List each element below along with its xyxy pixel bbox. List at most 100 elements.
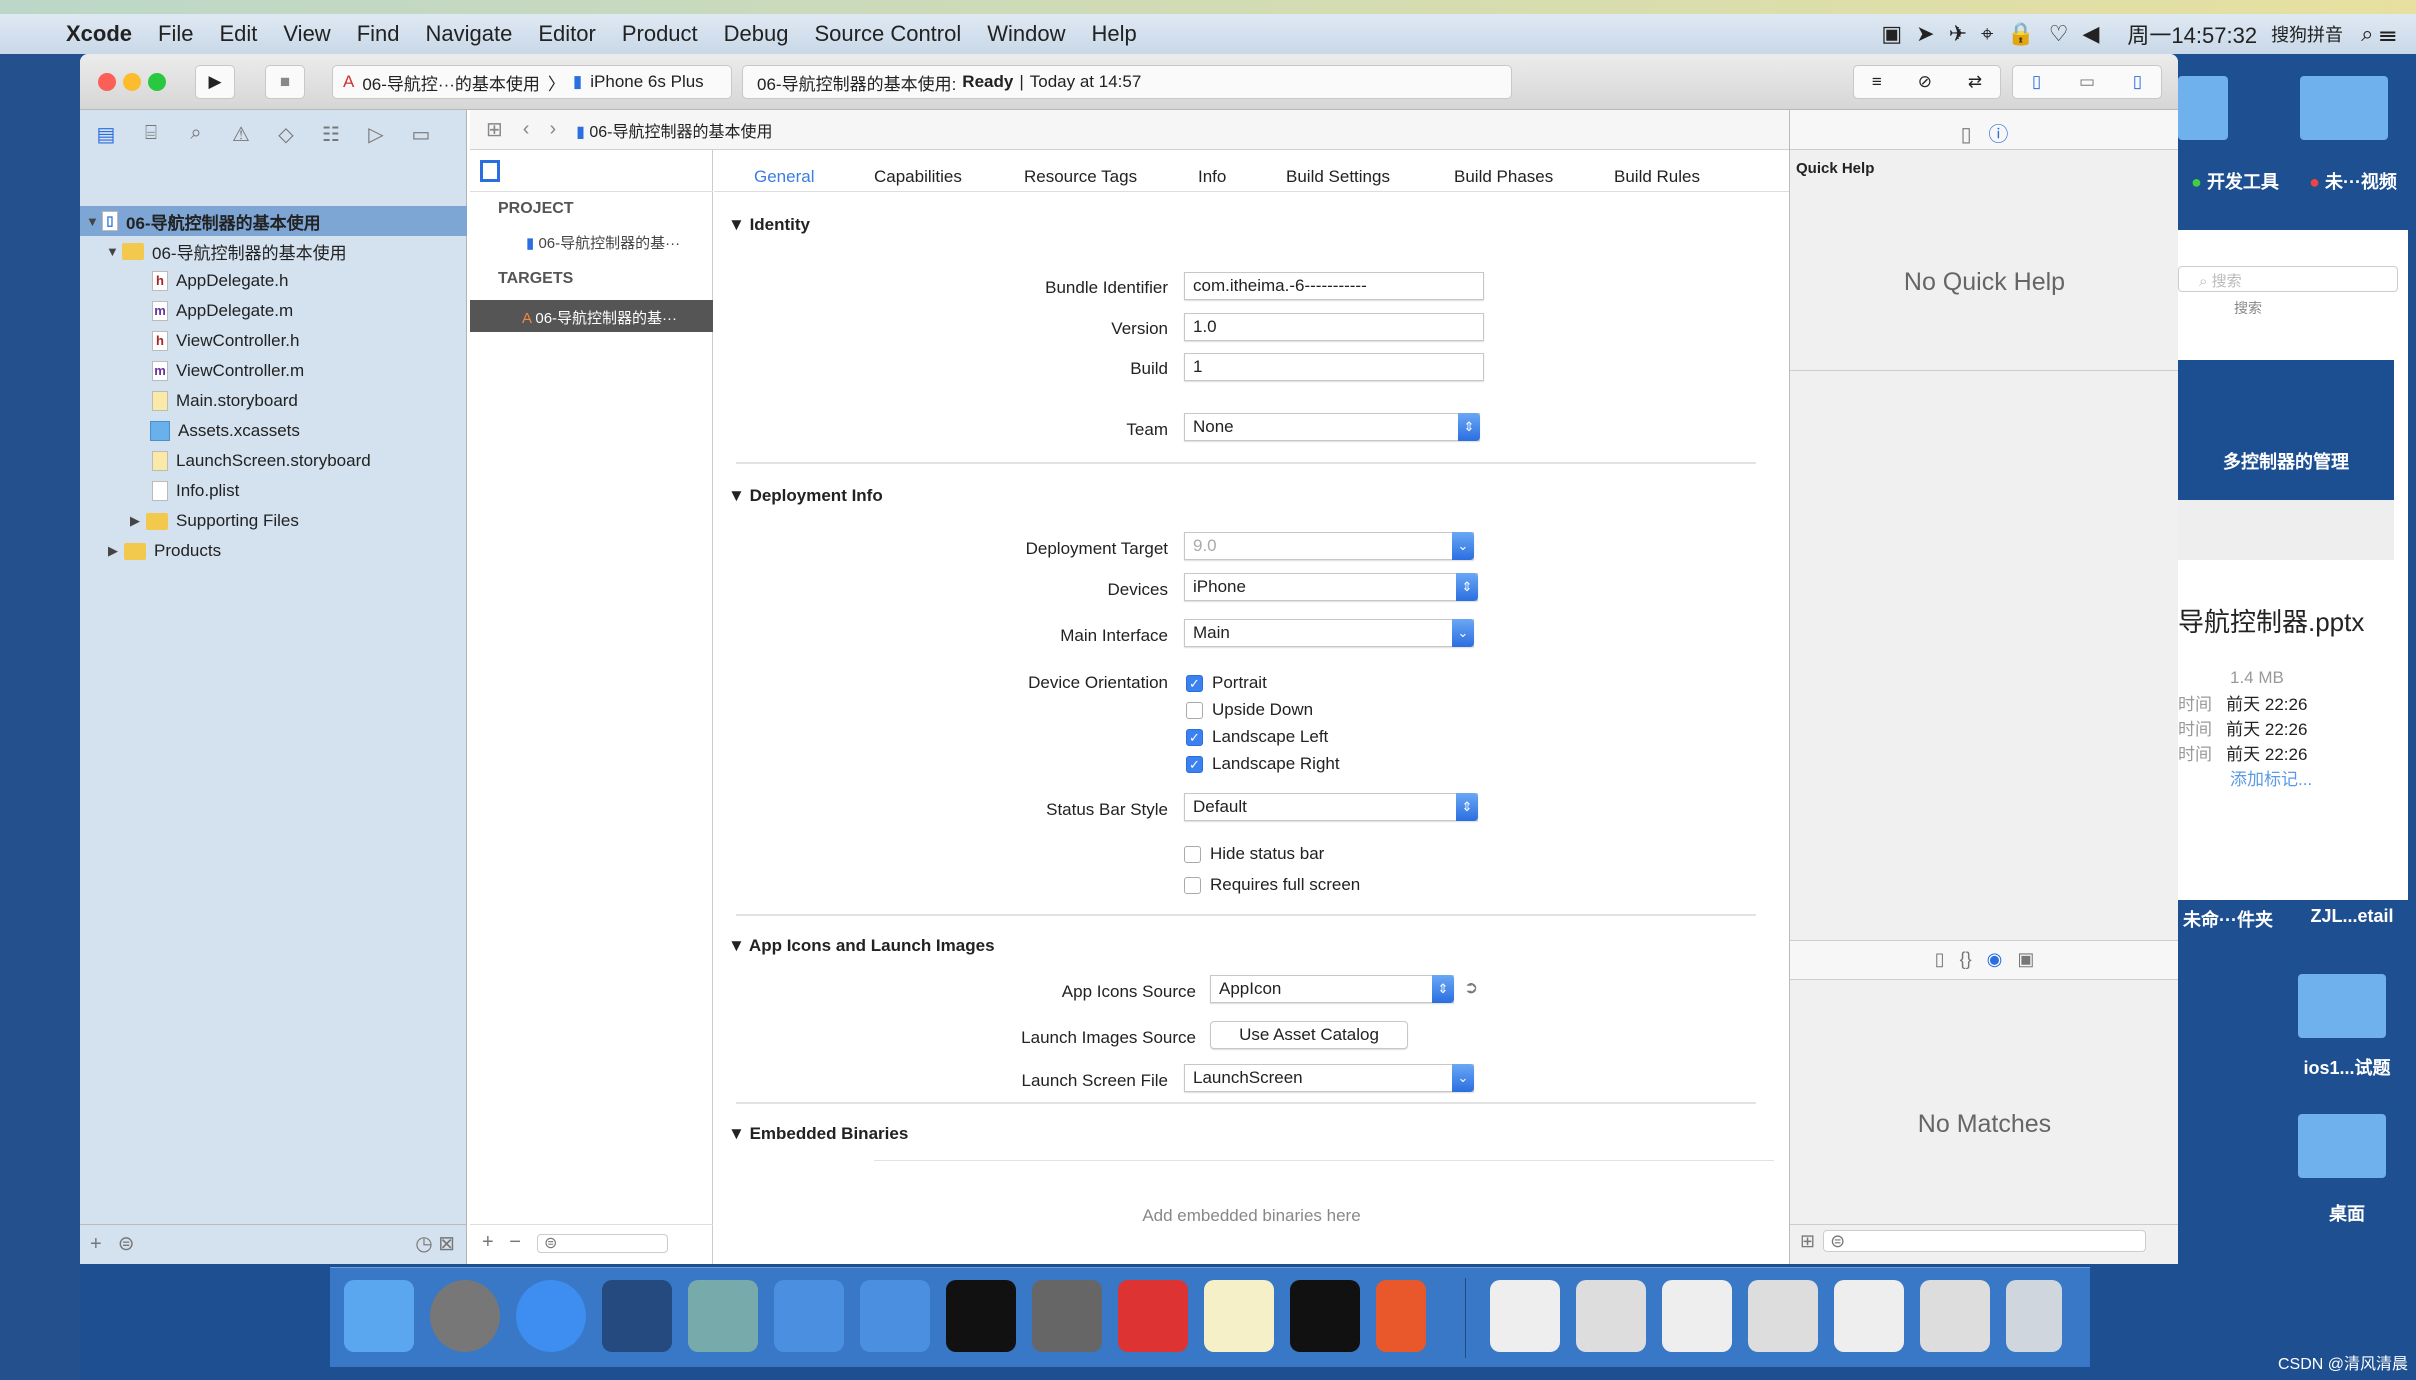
section-app-icons[interactable]: ▼ App Icons and Launch Images: [728, 936, 995, 956]
input-method[interactable]: 搜狗拼音: [2271, 21, 2343, 47]
finder-icon[interactable]: [344, 1280, 414, 1352]
minimized-window[interactable]: [1576, 1280, 1646, 1352]
add-target-icon[interactable]: +: [482, 1231, 494, 1253]
team-popup[interactable]: None ⇕: [1184, 413, 1480, 441]
zoom-button[interactable]: [148, 73, 166, 91]
report-nav-icon[interactable]: ▭: [403, 122, 439, 147]
file-template-icon[interactable]: ▯: [1935, 949, 1945, 969]
section-identity[interactable]: ▼ Identity: [728, 215, 810, 235]
safari-icon[interactable]: [516, 1280, 586, 1352]
media-library-icon[interactable]: ▣: [2017, 949, 2034, 969]
desktop-folder-icon[interactable]: [2300, 76, 2388, 140]
trash-icon[interactable]: [2006, 1280, 2062, 1352]
go-arrow-icon[interactable]: ➲: [1464, 978, 1478, 998]
chevron-down-icon[interactable]: ⌄: [1452, 1064, 1474, 1092]
folder-label[interactable]: 开发工具: [2207, 172, 2279, 192]
editor-mode-group[interactable]: ≡ ⊘ ⇄: [1853, 65, 2001, 99]
file-item[interactable]: Info.plist: [80, 476, 467, 506]
minimized-window[interactable]: [1490, 1280, 1560, 1352]
desktop-folder-icon[interactable]: [2178, 76, 2228, 140]
symbol-nav-icon[interactable]: ⌸: [133, 122, 169, 147]
forward-icon[interactable]: ›: [549, 118, 556, 141]
view-toggle-group[interactable]: ▯ ▭ ▯: [2012, 65, 2162, 99]
devices-popup[interactable]: iPhone ⇕: [1184, 573, 1478, 601]
issue-nav-icon[interactable]: ⚠: [223, 122, 259, 147]
powerpoint-icon[interactable]: [1376, 1280, 1426, 1352]
tree-group[interactable]: ▼ 06-导航控制器的基本使用: [80, 236, 467, 266]
menu-file[interactable]: File: [158, 21, 193, 47]
filter-field[interactable]: ⊜: [536, 1234, 669, 1253]
menu-edit[interactable]: Edit: [219, 21, 257, 47]
chevron-down-icon[interactable]: ⌄: [1452, 619, 1474, 647]
tab-build-phases[interactable]: Build Phases: [1454, 167, 1553, 187]
tree-supporting-files[interactable]: ▶ Supporting Files: [80, 506, 467, 536]
assistant-editor-icon[interactable]: ⊘: [1918, 72, 1932, 92]
status-icons[interactable]: ▣➤✈⌖🔒♡◀: [1881, 21, 2113, 47]
folder-label[interactable]: 未···视频: [2325, 172, 2397, 192]
console-icon[interactable]: [1290, 1280, 1360, 1352]
folder-nav-icon[interactable]: ▤: [88, 122, 124, 147]
menu-find[interactable]: Find: [357, 21, 400, 47]
bundle-identifier-field[interactable]: com.itheima.-6-----------: [1184, 272, 1484, 300]
navigator-toggle-icon[interactable]: ▯: [2032, 72, 2041, 92]
menu-view[interactable]: View: [283, 21, 330, 47]
folder-label[interactable]: ZJL...etail: [2288, 906, 2416, 927]
simulator-icon[interactable]: [860, 1280, 930, 1352]
tree-products[interactable]: ▶ Products: [80, 536, 467, 566]
file-item[interactable]: h ViewController.h: [80, 326, 467, 356]
menu-product[interactable]: Product: [622, 21, 698, 47]
embedded-binaries-placeholder[interactable]: Add embedded binaries here: [714, 1206, 1789, 1226]
landscape-right-checkbox[interactable]: ✓: [1186, 756, 1203, 773]
target-item-selected[interactable]: A 06-导航控制器的基···: [470, 300, 713, 332]
file-item[interactable]: LaunchScreen.storyboard: [80, 446, 467, 476]
deployment-target-combo[interactable]: 9.0 ⌄: [1184, 532, 1474, 560]
file-item[interactable]: m AppDelegate.m: [80, 296, 467, 326]
tab-resource-tags[interactable]: Resource Tags: [1024, 167, 1137, 187]
mouse-app-icon[interactable]: [602, 1280, 672, 1352]
launch-screen-combo[interactable]: LaunchScreen ⌄: [1184, 1064, 1474, 1092]
xcode-icon[interactable]: [774, 1280, 844, 1352]
version-editor-icon[interactable]: ⇄: [1968, 72, 1982, 92]
menu-debug[interactable]: Debug: [724, 21, 789, 47]
requires-full-screen-checkbox[interactable]: [1184, 877, 1201, 894]
folder-label[interactable]: 未命···件夹: [2178, 906, 2278, 932]
add-tag-link[interactable]: 添加标记...: [2230, 767, 2312, 792]
breakpoint-nav-icon[interactable]: ▷: [358, 122, 394, 147]
standard-editor-icon[interactable]: ≡: [1872, 72, 1882, 92]
minimized-window[interactable]: [1834, 1280, 1904, 1352]
version-field[interactable]: 1.0: [1184, 313, 1484, 341]
system-preferences-icon[interactable]: [1032, 1280, 1102, 1352]
search-nav-icon[interactable]: ⌕: [178, 122, 214, 147]
finder-search-field[interactable]: ⌕ 搜索: [2178, 266, 2398, 292]
menu-help[interactable]: Help: [1092, 21, 1137, 47]
menu-navigate[interactable]: Navigate: [426, 21, 513, 47]
minimize-button[interactable]: [123, 73, 141, 91]
scheme-selector[interactable]: A 06-导航控···的基本使用〉 ▮ iPhone 6s Plus: [332, 65, 732, 99]
build-field[interactable]: 1: [1184, 353, 1484, 381]
desktop-folder-icon[interactable]: [2298, 1114, 2386, 1178]
code-snippet-icon[interactable]: {}: [1960, 949, 1972, 969]
status-bar-style-popup[interactable]: Default ⇕: [1184, 793, 1478, 821]
menu-source-control[interactable]: Source Control: [815, 21, 962, 47]
remove-target-icon[interactable]: −: [509, 1231, 521, 1253]
launchpad-icon[interactable]: [430, 1280, 500, 1352]
landscape-left-checkbox[interactable]: ✓: [1186, 729, 1203, 746]
file-item[interactable]: Main.storyboard: [80, 386, 467, 416]
add-icon[interactable]: +: [90, 1233, 102, 1255]
tree-root[interactable]: ▼ ▯ 06-导航控制器的基本使用: [80, 206, 467, 236]
spotlight-icon[interactable]: ⌕ ☰: [2361, 21, 2396, 47]
object-library-icon[interactable]: ◉: [1987, 949, 2003, 969]
use-asset-catalog-button[interactable]: Use Asset Catalog: [1210, 1021, 1408, 1049]
clock[interactable]: 周一14:57:32: [2127, 18, 2257, 50]
file-item[interactable]: h AppDelegate.h: [80, 266, 467, 296]
terminal-icon[interactable]: [946, 1280, 1016, 1352]
desktop-folder-icon[interactable]: [2298, 974, 2386, 1038]
tab-build-settings[interactable]: Build Settings: [1286, 167, 1390, 187]
menu-window[interactable]: Window: [987, 21, 1065, 47]
hide-list-icon[interactable]: [480, 160, 500, 182]
test-nav-icon[interactable]: ◇: [268, 122, 304, 147]
tab-capabilities[interactable]: Capabilities: [874, 167, 962, 187]
chevron-down-icon[interactable]: ⌄: [1452, 532, 1474, 560]
portrait-checkbox[interactable]: ✓: [1186, 675, 1203, 692]
main-interface-combo[interactable]: Main ⌄: [1184, 619, 1474, 647]
